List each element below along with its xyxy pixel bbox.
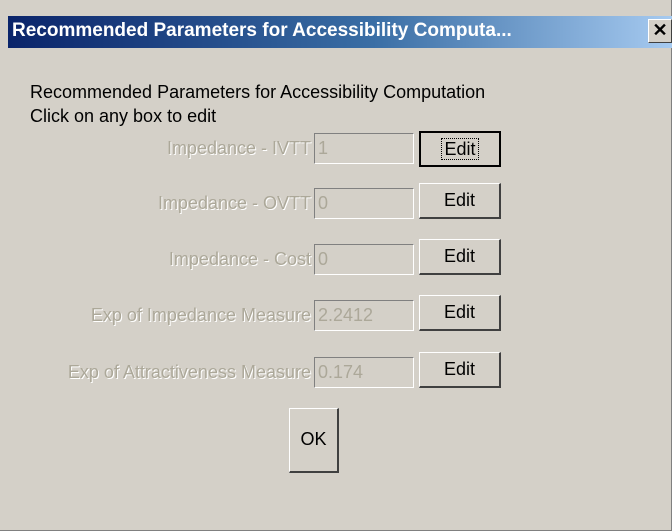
- close-icon: ✕: [652, 20, 668, 40]
- edit-button-label: Edit: [443, 302, 476, 322]
- dialog-heading: Recommended Parameters for Accessibility…: [30, 82, 486, 102]
- dialog-instruction: Click on any box to edit: [30, 106, 217, 126]
- edit-button-exp-impedance-measure[interactable]: Edit: [419, 295, 501, 331]
- field-impedance-ovtt[interactable]: 0: [314, 188, 414, 219]
- edit-button-impedance-ovtt[interactable]: Edit: [419, 183, 501, 219]
- field-exp-attractiveness-measure[interactable]: 0.174: [314, 357, 414, 388]
- title-bar[interactable]: Recommended Parameters for Accessibility…: [8, 16, 672, 48]
- edit-button-label: Edit: [441, 138, 479, 160]
- ok-button[interactable]: OK: [289, 408, 339, 473]
- field-impedance-cost[interactable]: 0: [314, 244, 414, 275]
- field-exp-impedance-measure[interactable]: 2.2412: [314, 300, 414, 331]
- edit-button-label: Edit: [443, 190, 476, 210]
- label-exp-attractiveness-measure: Exp of Attractiveness Measure: [67, 362, 311, 382]
- edit-button-exp-attractiveness-measure[interactable]: Edit: [419, 352, 501, 388]
- ok-button-label: OK: [300, 429, 327, 449]
- field-impedance-ivtt[interactable]: 1: [314, 133, 414, 164]
- edit-button-label: Edit: [443, 359, 476, 379]
- label-impedance-ovtt: Impedance - OVTT: [157, 193, 311, 213]
- edit-button-label: Edit: [443, 246, 476, 266]
- dialog-window: Recommended Parameters for Accessibility…: [0, 0, 672, 531]
- window-title: Recommended Parameters for Accessibility…: [12, 20, 512, 41]
- label-impedance-ivtt: Impedance - IVTT: [166, 138, 311, 158]
- edit-button-impedance-ivtt[interactable]: Edit: [419, 131, 501, 167]
- close-button[interactable]: ✕: [648, 19, 672, 43]
- edit-button-impedance-cost[interactable]: Edit: [419, 239, 501, 275]
- label-exp-impedance-measure: Exp of Impedance Measure: [90, 305, 311, 325]
- label-impedance-cost: Impedance - Cost: [168, 249, 311, 269]
